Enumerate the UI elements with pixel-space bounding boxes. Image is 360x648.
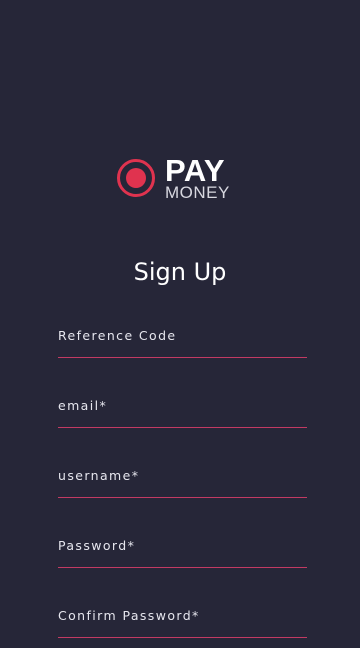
field-underline (58, 497, 307, 498)
page-title: Sign Up (133, 258, 227, 286)
field-underline (58, 567, 307, 568)
email-field[interactable]: email* (58, 398, 307, 428)
email-label: email* (58, 398, 108, 413)
field-underline (58, 427, 307, 428)
password-field[interactable]: Password* (58, 538, 307, 568)
logo-word-money: MONEY (165, 183, 230, 202)
reference-code-label: Reference Code (58, 328, 177, 343)
field-underline (58, 357, 307, 358)
sign-up-screen: PAY MONEY Sign Up Reference Code email* … (0, 0, 360, 648)
username-field[interactable]: username* (58, 468, 307, 498)
confirm-password-label: Confirm Password* (58, 608, 200, 623)
record-circle-icon (117, 159, 155, 197)
confirm-password-field[interactable]: Confirm Password* (58, 608, 307, 638)
field-underline (58, 637, 307, 638)
reference-code-field[interactable]: Reference Code (58, 328, 307, 358)
username-label: username* (58, 468, 140, 483)
paymoney-logo: PAY MONEY (117, 154, 257, 207)
password-label: Password* (58, 538, 136, 553)
